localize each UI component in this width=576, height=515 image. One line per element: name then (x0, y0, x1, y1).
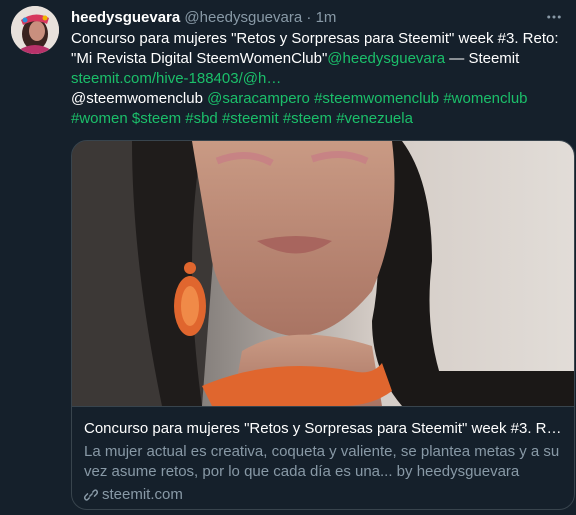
hashtag[interactable]: #steemit (222, 110, 279, 127)
more-icon[interactable] (542, 5, 566, 29)
hashtag[interactable]: #venezuela (336, 110, 413, 127)
hashtag[interactable]: #sbd (185, 110, 218, 127)
tweet-paragraph-url: steemit.com/hive-188403/@h… (71, 69, 571, 89)
card-title[interactable]: Concurso para mujeres "Retos y Sorpresas… (84, 419, 564, 439)
tweet-url[interactable]: steemit.com/hive-188403/@h… (71, 70, 281, 87)
hashtag[interactable]: #womenclub (443, 90, 527, 107)
tweet-text: Concurso para mujeres "Retos y Sorpresas… (71, 29, 571, 129)
timestamp[interactable]: 1m (316, 9, 337, 26)
tweet-paragraph-1: Concurso para mujeres "Retos y Sorpresas… (71, 29, 571, 69)
card-description: La mujer actual es creativa, coqueta y v… (84, 443, 560, 480)
tweet[interactable]: heedysguevara @heedysguevara · 1m Concur… (0, 0, 576, 515)
mention-steemwomenclub[interactable]: @steemwomenclub (71, 90, 203, 107)
mention-author[interactable]: @heedysguevara (327, 50, 445, 67)
link-icon (84, 488, 98, 502)
hashtag[interactable]: #women (71, 110, 128, 127)
tweet-paragraph-tags: @steemwomenclub @saracampero #steemwomen… (71, 89, 571, 129)
mention-saracampero[interactable]: @saracampero (207, 90, 310, 107)
card-divider (72, 406, 574, 407)
hashtag[interactable]: #steem (283, 110, 332, 127)
author-handle[interactable]: @heedysguevara (184, 9, 302, 26)
separator-dot: · (306, 9, 312, 26)
card-image[interactable] (72, 141, 574, 406)
tweet-header: heedysguevara @heedysguevara · 1m (71, 8, 336, 28)
card-body[interactable]: Concurso para mujeres "Retos y Sorpresas… (84, 419, 564, 505)
link-card[interactable]: Concurso para mujeres "Retos y Sorpresas… (71, 140, 575, 510)
avatar[interactable] (11, 6, 59, 54)
hashtag[interactable]: #steemwomenclub (314, 90, 439, 107)
card-domain[interactable]: steemit.com (84, 485, 564, 505)
author-name[interactable]: heedysguevara (71, 9, 180, 26)
tweet-text-part2: — Steemit (445, 50, 520, 67)
card-domain-text: steemit.com (102, 486, 183, 503)
cashtag[interactable]: $steem (132, 110, 181, 127)
